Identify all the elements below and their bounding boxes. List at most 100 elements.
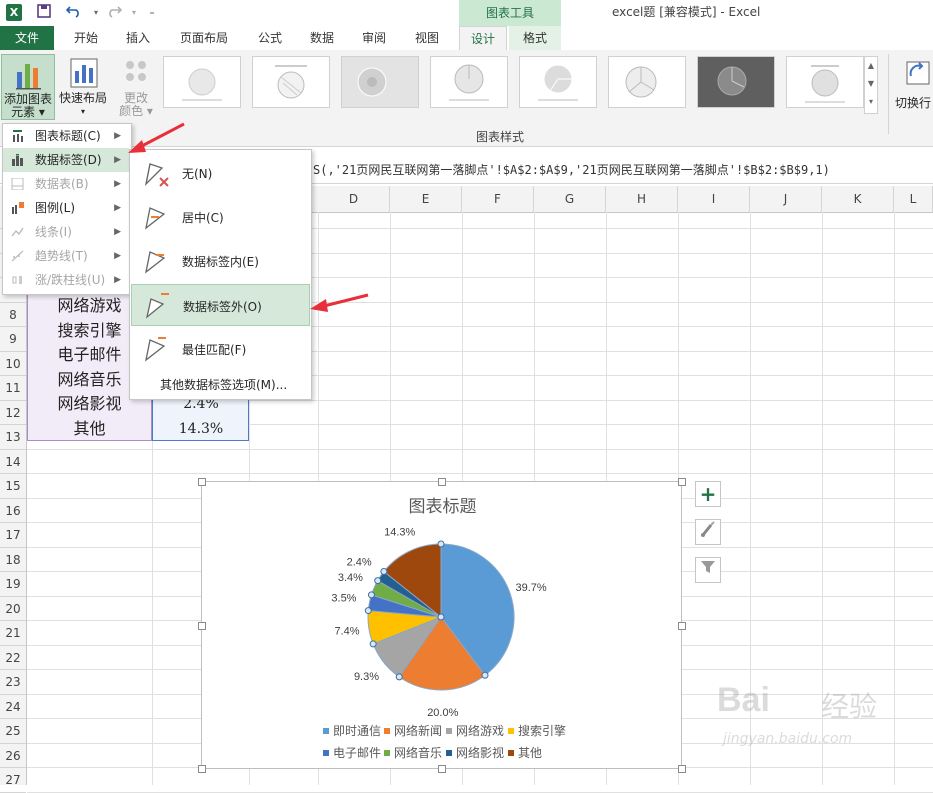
chart-resize-handle-b[interactable] bbox=[438, 765, 446, 773]
chart-resize-handle-r[interactable] bbox=[678, 622, 686, 630]
add-chart-element-button[interactable]: 添加图表 元素 ▾ bbox=[1, 54, 55, 120]
slice-handle-3[interactable] bbox=[369, 640, 377, 648]
column-header-g[interactable]: G bbox=[534, 186, 606, 212]
slice-handle-2[interactable] bbox=[395, 673, 403, 681]
tab-review[interactable]: 审阅 bbox=[352, 26, 396, 50]
submenu-item-center[interactable]: 居中(C) bbox=[131, 196, 310, 238]
data-label-0[interactable]: 39.7% bbox=[515, 582, 546, 594]
chart-resize-handle-t[interactable] bbox=[438, 478, 446, 486]
tab-home[interactable]: 开始 bbox=[64, 26, 108, 50]
undo-dropdown-icon[interactable]: ▾ bbox=[86, 3, 106, 23]
menu-item-trendline[interactable]: 趋势线(T) ▶ bbox=[3, 244, 129, 268]
submenu-item-none[interactable]: 无(N) bbox=[131, 152, 310, 194]
tab-page-layout[interactable]: 页面布局 bbox=[170, 26, 238, 50]
row-header-11[interactable]: 11 bbox=[0, 376, 26, 401]
customize-toolbar-icon[interactable]: ₌ bbox=[142, 3, 162, 23]
chart-style-thumb-6[interactable] bbox=[608, 56, 686, 108]
slice-handle-4[interactable] bbox=[364, 607, 372, 615]
slice-handle-5[interactable] bbox=[367, 591, 375, 599]
data-label-4[interactable]: 3.5% bbox=[331, 593, 356, 605]
menu-item-up-down-bars[interactable]: 涨/跌柱线(U) ▶ bbox=[3, 268, 129, 292]
quick-layout-button[interactable]: 快速布局 ▾ bbox=[57, 54, 109, 120]
slice-handle-7[interactable] bbox=[380, 568, 388, 576]
menu-item-legend[interactable]: 图例(L) ▶ bbox=[3, 196, 129, 220]
chart-style-thumb-8[interactable] bbox=[786, 56, 864, 108]
row-header-9[interactable]: 9 bbox=[0, 327, 26, 352]
tab-file[interactable]: 文件 bbox=[0, 26, 54, 50]
tab-view[interactable]: 视图 bbox=[405, 26, 449, 50]
chart-resize-handle-tl[interactable] bbox=[198, 478, 206, 486]
column-header-e[interactable]: E bbox=[390, 186, 462, 212]
chart-style-thumb-5[interactable] bbox=[519, 56, 597, 108]
data-label-1[interactable]: 20.0% bbox=[427, 707, 458, 719]
row-header-15[interactable]: 15 bbox=[0, 474, 26, 499]
row-header-14[interactable]: 14 bbox=[0, 450, 26, 474]
tab-design[interactable]: 设计 bbox=[459, 26, 507, 50]
chart-elements-plus-icon[interactable]: + bbox=[695, 481, 721, 507]
chart-filter-icon[interactable] bbox=[695, 557, 721, 583]
row-header-10[interactable]: 10 bbox=[0, 352, 26, 376]
column-header-d[interactable]: D bbox=[318, 186, 390, 212]
row-header-27[interactable]: 27 bbox=[0, 768, 26, 793]
submenu-item-inside-end[interactable]: 数据标签内(E) bbox=[131, 240, 310, 282]
menu-item-data-labels[interactable]: 数据标签(D) ▶ bbox=[3, 148, 129, 172]
data-label-5[interactable]: 3.4% bbox=[338, 572, 363, 584]
row-header-18[interactable]: 18 bbox=[0, 548, 26, 572]
pie-center-handle[interactable] bbox=[437, 613, 445, 621]
chart-style-gallery[interactable] bbox=[160, 56, 864, 114]
row-header-13[interactable]: 13 bbox=[0, 425, 26, 450]
menu-item-data-table[interactable]: 数据表(B) ▶ bbox=[3, 172, 129, 196]
row-header-24[interactable]: 24 bbox=[0, 695, 26, 719]
gallery-more-icon[interactable]: ▾ bbox=[865, 93, 877, 111]
slice-handle-0[interactable] bbox=[437, 540, 445, 548]
data-label-3[interactable]: 7.4% bbox=[334, 626, 359, 638]
slice-handle-1[interactable] bbox=[481, 671, 489, 679]
data-label-6[interactable]: 2.4% bbox=[347, 556, 372, 568]
tab-insert[interactable]: 插入 bbox=[116, 26, 160, 50]
row-header-17[interactable]: 17 bbox=[0, 523, 26, 548]
switch-row-column-button[interactable]: 切换行 bbox=[893, 56, 933, 122]
submenu-item-best-fit[interactable]: 最佳匹配(F) bbox=[131, 328, 310, 370]
redo-dropdown-icon[interactable]: ▾ bbox=[124, 3, 144, 23]
data-label-7[interactable]: 14.3% bbox=[384, 526, 415, 538]
save-icon[interactable] bbox=[34, 3, 54, 23]
gallery-scroll[interactable]: ▲ ▼ ▾ bbox=[864, 56, 878, 114]
row-header-20[interactable]: 20 bbox=[0, 597, 26, 621]
tab-format[interactable]: 格式 bbox=[509, 26, 561, 50]
row-header-22[interactable]: 22 bbox=[0, 646, 26, 670]
undo-icon[interactable] bbox=[64, 3, 84, 23]
row-header-12[interactable]: 12 bbox=[0, 401, 26, 425]
column-header-i[interactable]: I bbox=[678, 186, 750, 212]
chart-area[interactable]: 图表标题 39.7% 20.0% 9.3% 7.4% 3.5% 3.4% 2.4% 14.3%… bbox=[201, 481, 682, 769]
formula-bar-text[interactable]: S(,'21页网民互联网第一落脚点'!$A$2:$A$9,'21页网民互联网第一… bbox=[313, 157, 933, 183]
tab-formulas[interactable]: 公式 bbox=[248, 26, 292, 50]
chart-style-thumb-7[interactable] bbox=[697, 56, 775, 108]
redo-icon[interactable] bbox=[104, 3, 124, 23]
submenu-more-options[interactable]: 其他数据标签选项(M)... bbox=[160, 376, 287, 393]
pie-chart[interactable]: 39.7% 20.0% 9.3% 7.4% 3.5% 3.4% 2.4% 14.3% bbox=[202, 482, 683, 770]
chart-style-thumb-2[interactable] bbox=[252, 56, 330, 108]
tab-data[interactable]: 数据 bbox=[300, 26, 344, 50]
column-header-j[interactable]: J bbox=[750, 186, 822, 212]
cell-a9[interactable]: 其他 bbox=[27, 417, 152, 442]
row-header-25[interactable]: 25 bbox=[0, 719, 26, 744]
row-header-19[interactable]: 19 bbox=[0, 572, 26, 597]
cell-b9[interactable]: 14.3% bbox=[153, 417, 249, 442]
column-header-h[interactable]: H bbox=[606, 186, 678, 212]
column-header-l[interactable]: L bbox=[894, 186, 933, 212]
slice-handle-6[interactable] bbox=[374, 577, 382, 585]
submenu-item-outside-end[interactable]: 数据标签外(O) bbox=[131, 284, 310, 326]
chart-style-thumb-1[interactable] bbox=[163, 56, 241, 108]
row-header-21[interactable]: 21 bbox=[0, 621, 26, 646]
chart-style-thumb-3[interactable] bbox=[341, 56, 419, 108]
gallery-scroll-down-icon[interactable]: ▼ bbox=[865, 75, 877, 93]
data-label-2[interactable]: 9.3% bbox=[354, 671, 379, 683]
column-header-f[interactable]: F bbox=[462, 186, 534, 212]
menu-item-lines[interactable]: 线条(I) ▶ bbox=[3, 220, 129, 244]
row-header-8[interactable]: 8 bbox=[0, 303, 26, 327]
menu-item-chart-title[interactable]: 图表标题(C) ▶ bbox=[3, 124, 129, 148]
chart-resize-handle-tr[interactable] bbox=[678, 478, 686, 486]
row-header-26[interactable]: 26 bbox=[0, 744, 26, 768]
column-header-k[interactable]: K bbox=[822, 186, 894, 212]
gallery-scroll-up-icon[interactable]: ▲ bbox=[865, 57, 877, 75]
